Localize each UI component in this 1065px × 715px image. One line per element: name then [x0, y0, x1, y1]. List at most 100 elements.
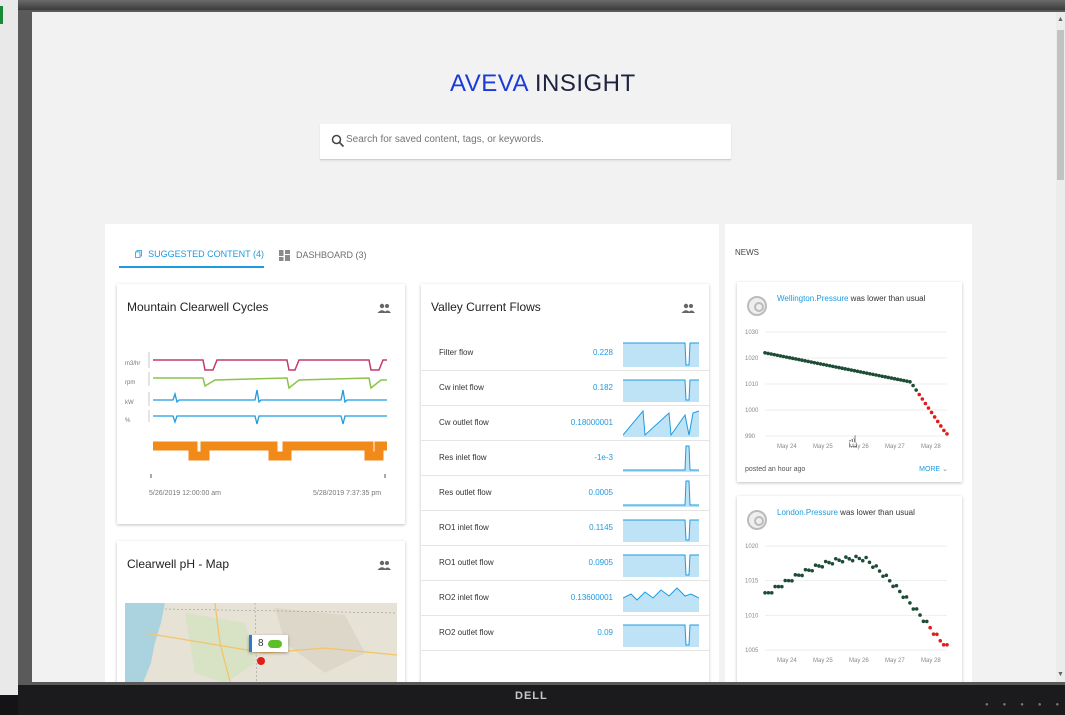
data-point — [887, 578, 892, 583]
data-point — [850, 558, 855, 563]
data-point — [923, 401, 928, 406]
flow-sparkline[interactable] — [623, 584, 699, 612]
data-point — [844, 555, 848, 559]
data-point — [769, 590, 774, 595]
marker-value: 8 — [258, 638, 264, 649]
data-point — [772, 352, 777, 357]
flow-sparkline[interactable] — [623, 479, 699, 507]
data-point — [928, 625, 932, 630]
data-point — [905, 379, 909, 383]
flow-row[interactable]: Cw outlet flow 0.18000001 — [421, 406, 709, 441]
tab-dashboard[interactable]: DASHBOARD (3) — [279, 242, 367, 268]
data-point — [763, 351, 767, 355]
data-point — [778, 354, 783, 358]
data-point — [898, 589, 902, 594]
more-button[interactable]: MORE ⌄ — [919, 465, 948, 473]
data-point — [883, 375, 888, 379]
logo-brand: AVEVA — [450, 70, 528, 97]
data-point — [877, 373, 881, 378]
news-card[interactable]: London.Pressure was lower than usual 102… — [737, 496, 962, 682]
data-point — [793, 573, 798, 577]
data-point — [932, 415, 937, 419]
data-point — [935, 632, 939, 637]
flow-name: RO2 inlet flow — [439, 593, 489, 602]
news-pressure-chart[interactable]: 1020 1015 1010 1005 May 24 May 25 May 26 May 27… — [743, 538, 953, 668]
news-heading: NEWS — [735, 248, 759, 257]
vertical-scrollbar[interactable]: ▲ ▼ — [1056, 12, 1065, 682]
data-point — [840, 366, 844, 371]
data-point — [939, 424, 943, 428]
flow-row[interactable]: RO2 inlet flow 0.13600001 — [421, 581, 709, 616]
data-point — [889, 376, 894, 380]
flow-sparkline[interactable] — [623, 444, 699, 472]
tab-suggested-label: SUGGESTED CONTENT (4) — [148, 249, 264, 259]
flow-value: 0.228 — [592, 348, 613, 357]
flow-row[interactable]: Filter flow 0.228 — [421, 336, 709, 371]
card-title: Mountain Clearwell Cycles — [127, 300, 269, 314]
data-point — [931, 632, 936, 636]
flow-name: Cw inlet flow — [439, 383, 484, 392]
data-point — [827, 560, 831, 565]
scroll-down-icon[interactable]: ▼ — [1057, 671, 1064, 678]
flow-sparkline[interactable] — [623, 339, 699, 367]
data-point — [810, 568, 814, 573]
flow-sparkline[interactable] — [623, 409, 699, 437]
flow-row[interactable]: Res outlet flow 0.0005 — [421, 476, 709, 511]
flow-sparkline[interactable] — [623, 374, 699, 402]
card-mountain-clearwell-cycles[interactable]: Mountain Clearwell Cycles m3/hr rpm kW % — [117, 284, 405, 524]
flow-row[interactable]: RO1 inlet flow 0.1145 — [421, 511, 709, 546]
flow-value: 0.1145 — [589, 523, 613, 532]
data-point — [803, 359, 807, 363]
copy-icon — [135, 250, 142, 258]
cycles-trend-chart[interactable] — [145, 350, 397, 490]
data-point — [809, 360, 814, 364]
data-point — [803, 567, 808, 572]
news-tag-link[interactable]: London.Pressure — [777, 508, 838, 517]
data-point — [815, 361, 820, 366]
data-point — [892, 376, 897, 381]
tab-suggested-content[interactable]: SUGGESTED CONTENT (4) — [119, 242, 264, 268]
y-tick-label: 1020 — [745, 544, 759, 550]
data-point — [775, 353, 780, 358]
card-valley-current-flows[interactable]: Valley Current Flows Filter flow 0.228 Cw … — [421, 284, 709, 682]
flow-row[interactable]: Res inlet flow -1e-3 — [421, 441, 709, 476]
data-point — [855, 369, 860, 374]
data-point — [813, 563, 818, 567]
data-point — [871, 372, 875, 377]
flow-name: RO1 inlet flow — [439, 523, 489, 532]
data-point — [945, 432, 949, 436]
news-tag-link[interactable]: Wellington.Pressure — [777, 294, 848, 303]
news-card[interactable]: Wellington.Pressure was lower than usual… — [737, 282, 962, 482]
map-pin-icon[interactable] — [257, 657, 265, 665]
flow-sparkline[interactable] — [623, 549, 699, 577]
data-point — [769, 352, 773, 356]
flow-sparkline[interactable] — [623, 514, 699, 542]
x-tick-label: May 24 — [777, 444, 797, 450]
map-marker-popup[interactable]: 8 — [249, 635, 288, 652]
flow-value: -1e-3 — [594, 453, 613, 462]
avatar-icon — [747, 296, 767, 316]
flow-value: 0.182 — [592, 383, 613, 392]
data-point — [858, 370, 863, 374]
map-view[interactable]: 8 — [125, 603, 397, 682]
data-point — [763, 591, 767, 595]
search-input[interactable] — [346, 134, 716, 145]
data-point — [834, 365, 838, 369]
card-clearwell-ph-map[interactable]: Clearwell pH - Map 8 — [117, 541, 405, 682]
data-point — [908, 601, 912, 605]
flow-row[interactable]: Cw inlet flow 0.182 — [421, 371, 709, 406]
data-point — [938, 638, 943, 643]
data-point — [926, 406, 931, 410]
news-headline: Wellington.Pressure was lower than usual — [777, 294, 925, 303]
flow-name: Res outlet flow — [439, 488, 492, 497]
flow-value: 0.0005 — [588, 488, 613, 497]
data-point — [780, 584, 784, 589]
flow-row[interactable]: RO1 outlet flow 0.0905 — [421, 546, 709, 581]
scrollbar-thumb[interactable] — [1057, 30, 1064, 180]
flow-sparkline[interactable] — [623, 619, 699, 647]
scroll-up-icon[interactable]: ▲ — [1057, 16, 1064, 23]
flow-row[interactable]: RO2 outlet flow 0.09 — [421, 616, 709, 651]
search-bar[interactable] — [320, 124, 731, 160]
news-timestamp: posted an hour ago — [745, 466, 806, 473]
data-point — [911, 607, 916, 611]
